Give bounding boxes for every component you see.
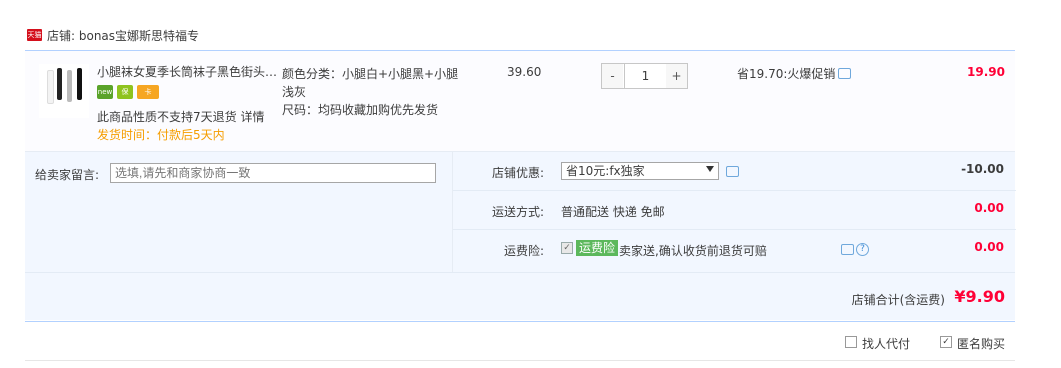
message-input[interactable] [110,163,436,183]
shop-total-label: 店铺合计(含运费) [851,293,945,307]
shipping-method: 普通配送 快递 免邮 [561,205,665,219]
return-policy-note[interactable]: 此商品性质不支持7天退货 详情 [97,108,264,125]
shipping-row: 运送方式: 普通配送 快递 免邮 0.00 [453,191,1016,230]
ship-time: 发货时间：付款后5天内 [97,128,225,142]
chat-icon[interactable] [838,68,851,79]
new-icon: new [97,85,113,99]
message-label: 给卖家留言: [35,168,100,182]
chat-icon[interactable] [841,244,854,255]
insurance-label: 运费险: [503,244,544,258]
shipping-amount: 0.00 [974,201,1004,215]
coupon-select[interactable]: 省10元:fx独家 [561,162,719,180]
qty-plus-button[interactable]: + [666,64,687,88]
shipping-label: 运送方式: [491,205,544,219]
qty-minus-button[interactable]: - [602,64,623,88]
qty-input[interactable]: 1 [624,64,667,88]
shop-total-row: 店铺合计(含运费) ¥9.90 [25,272,1015,322]
shop-header: 天猫 店铺: bonas宝娜斯思特福专 [25,20,1015,51]
tmall-icon: 天猫 [27,29,42,41]
cart-item-row: 小腿袜女夏季长筒袜子黑色街头… new 保 卡 此商品性质不支持7天退货 详情 … [25,51,1015,152]
quantity-stepper: - 1 + [601,63,688,89]
shop-name[interactable]: 店铺: bonas宝娜斯思特福专 [47,27,199,44]
credit-card-icon: 卡 [137,85,159,99]
insurance-row: 运费险: ✓ 运费险 卖家送,确认收货前退货可赔 ? 0.00 [453,230,1016,268]
coupon-selected: 省10元:fx独家 [566,164,645,178]
proxy-pay-label[interactable]: 找人代付 [862,335,910,352]
promo-text: 省19.70:火爆促销 [737,67,836,81]
chat-icon[interactable] [726,166,739,177]
anonymous-label[interactable]: 匿名购买 [957,335,1005,352]
sku-color: 颜色分类：小腿白+小腿黑+小腿浅灰 [282,67,459,99]
order-extras-panel: 给卖家留言: 店铺优惠: 省10元:fx独家 -10.00 运送方式: 普通配送… [25,152,1016,322]
anonymous-checkbox[interactable]: ✓ [940,336,952,348]
chevron-down-icon [706,166,714,172]
unit-price: 39.60 [507,65,542,79]
coupon-label: 店铺优惠: [491,166,544,180]
proxy-pay-checkbox[interactable] [845,336,857,348]
sku-size: 尺码：均码收藏加购优先发货 [282,103,439,117]
item-title-link[interactable]: 小腿袜女夏季长筒袜子黑色街头… [97,63,277,80]
item-thumbnail[interactable] [39,64,89,118]
insurance-tag: 运费险 [576,240,619,256]
insurance-amount: 0.00 [974,240,1004,254]
item-subtotal: 19.90 [967,65,1005,79]
fees-panel: 店铺优惠: 省10元:fx独家 -10.00 运送方式: 普通配送 快递 免邮 … [452,152,1016,272]
insurance-checkbox[interactable]: ✓ [561,242,573,254]
shop-total-amount: ¥9.90 [954,287,1005,306]
insurance-text: 卖家送,确认收货前退货可赔 [619,244,767,258]
order-options: 找人代付 ✓ 匿名购买 [25,322,1015,361]
coupon-amount: -10.00 [961,162,1004,176]
coupon-row: 店铺优惠: 省10元:fx独家 -10.00 [453,152,1016,191]
guarantee-icon: 保 [117,85,133,99]
help-icon[interactable]: ? [856,243,869,256]
